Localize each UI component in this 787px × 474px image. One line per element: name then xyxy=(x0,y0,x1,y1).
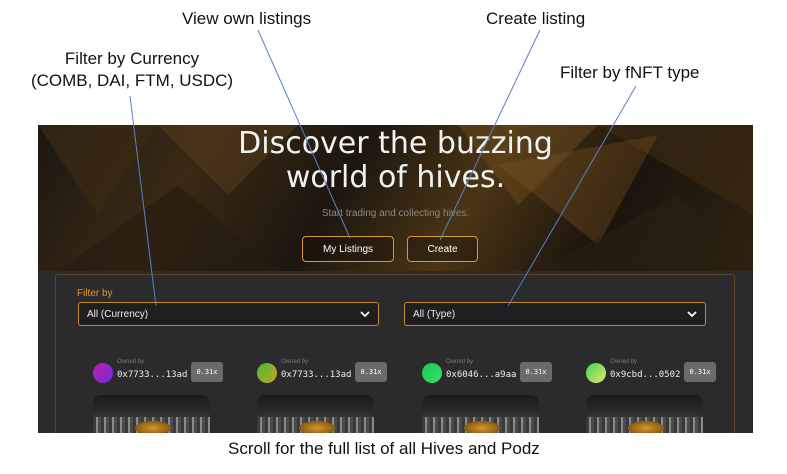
owner-address: 0x9cbd...0502 xyxy=(610,370,681,380)
hive-thumbnail[interactable] xyxy=(586,395,703,433)
owner-avatar xyxy=(93,363,113,383)
hero-banner: Discover the buzzing world of hives. Sta… xyxy=(38,125,753,271)
annotation-filter-currency-title: Filter by Currency xyxy=(64,49,200,68)
create-button[interactable]: Create xyxy=(407,236,478,262)
marketplace-screen: Discover the buzzing world of hives. Sta… xyxy=(38,125,753,433)
owned-by-label: Owned by xyxy=(610,359,638,365)
type-filter-select[interactable]: All (Type) xyxy=(404,302,706,326)
hero-subtitle: Start trading and collecting hives. xyxy=(321,208,470,219)
currency-filter-value: All (Currency) xyxy=(87,309,149,320)
annotation-scroll-note: Scroll for the full list of all Hives an… xyxy=(228,439,540,458)
type-filter-value: All (Type) xyxy=(413,309,456,320)
listings-panel: Filter by All (Currency) All (Type) Owne… xyxy=(55,274,735,433)
multiplier-badge: 0.31x xyxy=(684,362,716,382)
hive-thumbnail[interactable] xyxy=(93,395,210,433)
chevron-down-icon xyxy=(360,311,370,318)
chevron-down-icon xyxy=(687,311,697,318)
hero-title: Discover the buzzing world of hives. xyxy=(38,127,753,195)
hive-thumbnail[interactable] xyxy=(422,395,539,433)
currency-filter-select[interactable]: All (Currency) xyxy=(78,302,379,326)
annotation-create-listing: Create listing xyxy=(486,9,586,28)
annotation-filter-type: Filter by fNFT type xyxy=(560,63,700,82)
hero-title-line-2: world of hives. xyxy=(285,160,506,195)
multiplier-badge: 0.31x xyxy=(520,362,552,382)
listing-card[interactable]: Owned by 0x9cbd...0502 0.31x xyxy=(586,357,736,433)
multiplier-badge: 0.31x xyxy=(355,362,387,382)
listing-card[interactable]: Owned by 0x7733...13ad 0.31x xyxy=(257,357,407,433)
annotation-filter-currency: Filter by Currency (COMB, DAI, FTM, USDC… xyxy=(28,48,236,92)
filter-label: Filter by xyxy=(77,288,113,299)
listing-card[interactable]: Owned by 0x6046...a9aa 0.31x xyxy=(422,357,572,433)
owned-by-label: Owned by xyxy=(117,359,145,365)
owner-avatar xyxy=(257,363,277,383)
multiplier-badge: 0.31x xyxy=(191,362,223,382)
owner-address: 0x6046...a9aa xyxy=(446,370,517,380)
owner-address: 0x7733...13ad xyxy=(117,370,188,380)
owner-avatar xyxy=(422,363,442,383)
owner-avatar xyxy=(586,363,606,383)
owner-address: 0x7733...13ad xyxy=(281,370,352,380)
my-listings-button[interactable]: My Listings xyxy=(302,236,394,262)
owned-by-label: Owned by xyxy=(281,359,309,365)
hero-title-line-1: Discover the buzzing xyxy=(238,126,553,161)
annotation-view-own-listings: View own listings xyxy=(182,9,312,28)
annotation-filter-currency-list: (COMB, DAI, FTM, USDC) xyxy=(30,71,234,90)
listing-card[interactable]: Owned by 0x7733...13ad 0.31x xyxy=(93,357,243,433)
owned-by-label: Owned by xyxy=(446,359,474,365)
hive-thumbnail[interactable] xyxy=(257,395,374,433)
